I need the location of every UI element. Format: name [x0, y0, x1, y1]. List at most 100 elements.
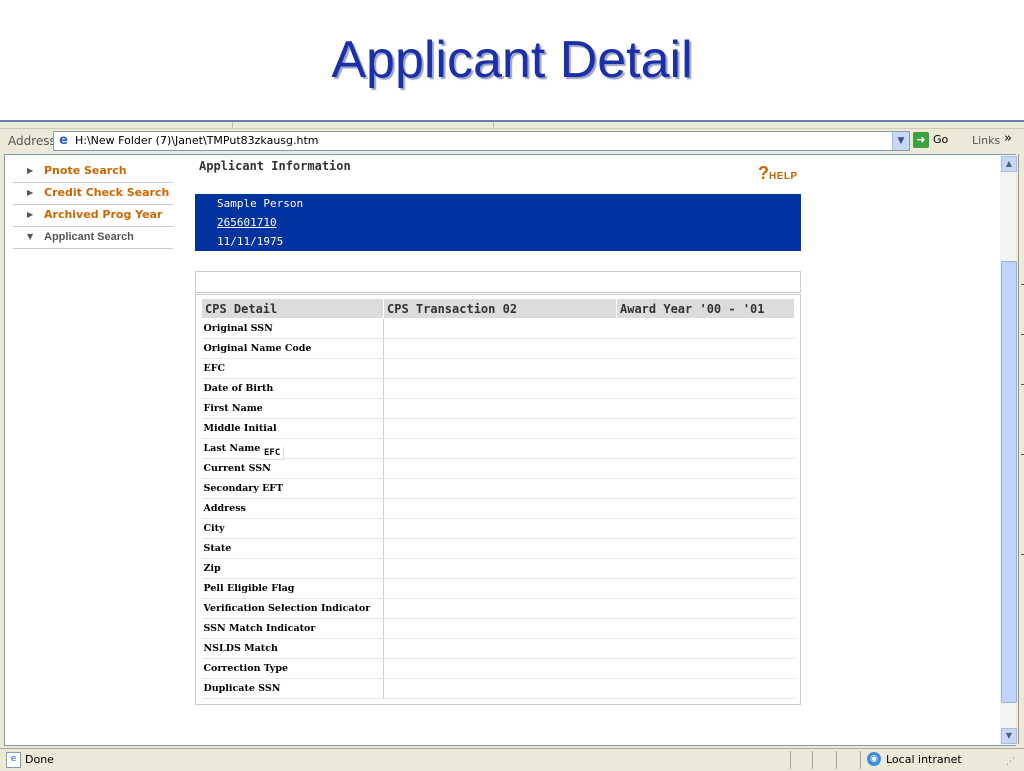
row-value — [616, 618, 795, 639]
row-label: Pell Eligible Flag — [201, 578, 384, 599]
table-row: Zip — [201, 558, 795, 579]
row-value — [383, 638, 617, 659]
column-header: CPS Detail — [201, 298, 384, 319]
nav-item-label: Archived Prog Year — [44, 208, 163, 221]
row-value — [383, 598, 617, 619]
applicant-dob: 11/11/1975 — [217, 235, 284, 248]
table-row: Correction Type — [201, 658, 795, 679]
vertical-scrollbar[interactable]: ▲ ▼ — [1000, 154, 1017, 746]
links-chevron-icon[interactable]: » — [1004, 131, 1012, 146]
row-value — [383, 658, 617, 679]
security-zone: Local intranet — [886, 753, 962, 766]
address-dropdown-icon[interactable]: ▼ — [892, 132, 909, 150]
row-label: Verification Selection Indicator — [201, 598, 384, 619]
table-row: Middle Initial — [201, 418, 795, 439]
row-value — [383, 678, 617, 699]
row-label: Zip — [201, 558, 384, 579]
row-value — [616, 498, 795, 519]
empty-panel — [195, 271, 801, 293]
row-value — [616, 598, 795, 619]
row-value — [616, 578, 795, 599]
scroll-up-icon[interactable]: ▲ — [1001, 156, 1017, 172]
row-value — [616, 378, 795, 399]
question-icon: ? — [758, 163, 769, 183]
row-value — [383, 338, 617, 359]
row-value — [616, 478, 795, 499]
table-header-row: CPS Detail CPS Transaction 02 Award Year… — [201, 298, 795, 319]
row-value — [616, 518, 795, 539]
row-value — [383, 578, 617, 599]
row-label: Secondary EFT — [201, 478, 384, 499]
table-row: SSN Match Indicator — [201, 618, 795, 639]
links-button[interactable]: Links — [972, 134, 1000, 147]
column-header: Award Year '00 - '01 — [616, 298, 795, 319]
row-value — [383, 558, 617, 579]
row-label: Original Name Code — [201, 338, 384, 359]
applicant-ssn-link[interactable]: 265601710 — [217, 216, 277, 229]
scroll-down-icon[interactable]: ▼ — [1001, 728, 1017, 744]
resize-grip-icon[interactable]: ⋰ — [1006, 757, 1015, 767]
nav-item-archived-prog-year[interactable]: ▶ Archived Prog Year — [13, 205, 173, 227]
section-title: Applicant Information — [199, 159, 351, 173]
row-value — [383, 518, 617, 539]
help-link[interactable]: ?HELP — [758, 163, 798, 184]
expand-arrow-icon: ▶ — [27, 210, 34, 219]
nav-item-label: Credit Check Search — [44, 186, 170, 199]
row-value — [616, 358, 795, 379]
row-label: EFC — [201, 358, 384, 379]
row-value — [616, 438, 795, 459]
row-label: State — [201, 538, 384, 559]
go-button[interactable]: ➜ Go — [913, 132, 948, 150]
cps-detail-table: CPS Detail CPS Transaction 02 Award Year… — [201, 298, 795, 699]
browser-window: Address e H:\New Folder (7)\Janet\TMPut8… — [0, 120, 1024, 771]
nav-item-credit-check-search[interactable]: ▶ Credit Check Search — [13, 183, 173, 205]
table-row: Duplicate SSN — [201, 678, 795, 699]
row-value — [383, 418, 617, 439]
scrollbar-thumb[interactable] — [1001, 261, 1017, 703]
row-label: Correction Type — [201, 658, 384, 679]
row-label: Address — [201, 498, 384, 519]
efc-tooltip: EFC — [261, 447, 285, 460]
row-label: NSLDS Match — [201, 638, 384, 659]
table-row: Pell Eligible Flag — [201, 578, 795, 599]
row-value — [616, 638, 795, 659]
row-value — [383, 398, 617, 419]
applicant-banner: Sample Person 265601710 11/11/1975 — [195, 194, 801, 251]
nav-item-label: Applicant Search — [44, 231, 134, 243]
table-row: Address — [201, 498, 795, 519]
table-row: NSLDS Match — [201, 638, 795, 659]
table-row: Last Name — [201, 438, 795, 459]
address-url: H:\New Folder (7)\Janet\TMPut83zkausg.ht… — [75, 134, 319, 147]
cps-detail-panel: CPS Detail CPS Transaction 02 Award Year… — [195, 294, 801, 705]
row-value — [616, 458, 795, 479]
row-label: Current SSN — [201, 458, 384, 479]
nav-item-applicant-search[interactable]: ▼ Applicant Search — [13, 227, 173, 249]
address-label: Address — [8, 134, 56, 148]
slide-title: Applicant Detail — [331, 31, 693, 89]
row-value — [383, 458, 617, 479]
row-value — [616, 538, 795, 559]
row-value — [616, 338, 795, 359]
address-input[interactable]: e H:\New Folder (7)\Janet\TMPut83zkausg.… — [53, 131, 910, 151]
address-bar: Address e H:\New Folder (7)\Janet\TMPut8… — [0, 130, 1024, 152]
side-nav: ▶ Pnote Search ▶ Credit Check Search ▶ A… — [13, 161, 173, 249]
expand-arrow-icon: ▶ — [27, 188, 34, 197]
table-row: Secondary EFT — [201, 478, 795, 499]
row-value — [616, 418, 795, 439]
row-value — [383, 438, 617, 459]
table-row: Verification Selection Indicator — [201, 598, 795, 619]
column-header: CPS Transaction 02 — [383, 298, 617, 319]
table-row: State — [201, 538, 795, 559]
row-value — [383, 378, 617, 399]
row-label: City — [201, 518, 384, 539]
row-label: Original SSN — [201, 318, 384, 339]
row-value — [616, 398, 795, 419]
applicant-name: Sample Person — [217, 197, 304, 210]
row-value — [383, 538, 617, 559]
nav-item-pnote-search[interactable]: ▶ Pnote Search — [13, 161, 173, 183]
row-value — [616, 558, 795, 579]
table-row: First Name — [201, 398, 795, 419]
row-value — [383, 478, 617, 499]
table-row: City — [201, 518, 795, 539]
go-label: Go — [933, 133, 949, 146]
